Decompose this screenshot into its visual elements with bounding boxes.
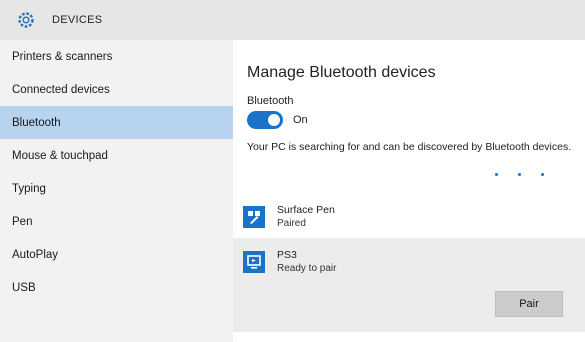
sidebar-item-pen[interactable]: Pen (0, 205, 233, 238)
bluetooth-toggle-row: On (247, 111, 308, 129)
search-description: Your PC is searching for and can be disc… (247, 141, 572, 153)
toggle-knob (268, 114, 280, 126)
sidebar: Printers & scanners Connected devices Bl… (0, 40, 233, 342)
toggle-state-label: On (293, 114, 308, 126)
sidebar-item-mouse-touchpad[interactable]: Mouse & touchpad (0, 139, 233, 172)
main-content: Manage Bluetooth devices Bluetooth On Yo… (233, 40, 585, 342)
sidebar-item-printers-scanners[interactable]: Printers & scanners (0, 40, 233, 73)
device-name: Surface Pen (277, 204, 335, 216)
searching-progress-dots (495, 173, 544, 176)
page-title: Manage Bluetooth devices (247, 64, 436, 81)
sidebar-item-typing[interactable]: Typing (0, 172, 233, 205)
title-bar: DEVICES (0, 0, 585, 40)
settings-window: DEVICES Printers & scanners Connected de… (0, 0, 585, 342)
device-text: PS3 Ready to pair (277, 249, 336, 275)
device-status: Paired (277, 218, 306, 229)
device-item-ps3[interactable]: PS3 Ready to pair (233, 244, 585, 280)
pen-icon (243, 206, 265, 228)
sidebar-item-connected-devices[interactable]: Connected devices (0, 73, 233, 106)
gear-icon (14, 8, 38, 32)
sidebar-item-usb[interactable]: USB (0, 271, 233, 304)
device-name: PS3 (277, 249, 297, 261)
progress-dot (495, 173, 498, 176)
bluetooth-toggle[interactable] (247, 111, 283, 129)
device-status: Ready to pair (277, 263, 337, 274)
pair-button[interactable]: Pair (495, 291, 563, 317)
device-text: Surface Pen Paired (277, 204, 335, 230)
device-item-surface-pen[interactable]: Surface Pen Paired (233, 199, 585, 235)
sidebar-item-bluetooth[interactable]: Bluetooth (0, 106, 233, 139)
display-icon (243, 251, 265, 273)
window-title: DEVICES (52, 14, 103, 26)
progress-dot (541, 173, 544, 176)
sidebar-item-autoplay[interactable]: AutoPlay (0, 238, 233, 271)
bluetooth-label: Bluetooth (247, 95, 294, 107)
progress-dot (518, 173, 521, 176)
